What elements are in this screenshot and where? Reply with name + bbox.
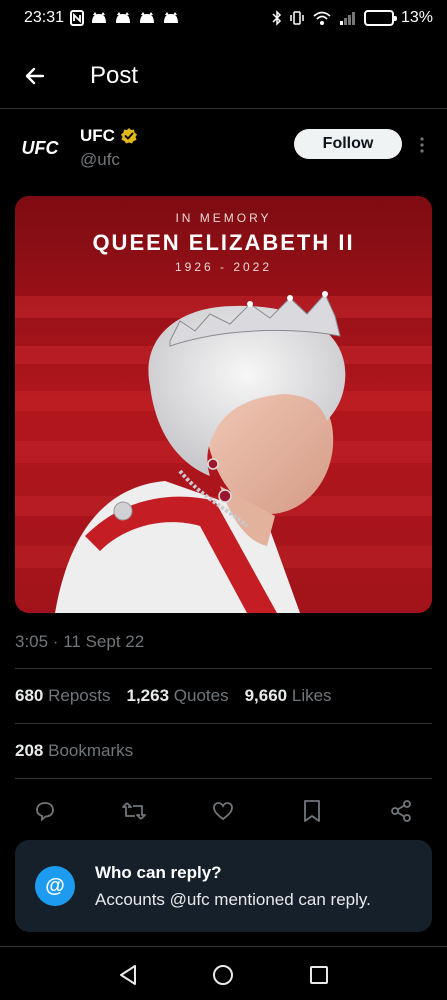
- cat-icon: [114, 11, 132, 25]
- post-image[interactable]: IN MEMORY QUEEN ELIZABETH II 1926 - 2022: [15, 196, 432, 613]
- reply-notice-subtitle: Accounts @ufc mentioned can reply.: [95, 890, 371, 909]
- post-image-art: [15, 196, 432, 613]
- bookmark-icon: [304, 800, 320, 822]
- bottom-divider: [0, 946, 447, 947]
- home-circle-icon: [213, 965, 234, 985]
- like-button[interactable]: [206, 794, 240, 828]
- stats-divider-middle: [15, 723, 432, 724]
- ufc-logo: UFC: [22, 138, 60, 158]
- mention-icon: @: [35, 866, 75, 906]
- post-author: UFC UFC @ufc Follow: [0, 118, 447, 180]
- signal-icon: [339, 11, 357, 25]
- repost-button[interactable]: [117, 794, 151, 828]
- reply-restriction-notice: @ Who can reply? Accounts @ufc mentioned…: [15, 840, 432, 932]
- back-arrow-icon: [25, 67, 45, 85]
- post-actions: [0, 794, 447, 828]
- repost-icon: [122, 802, 146, 820]
- nav-back-button[interactable]: [108, 955, 148, 995]
- quotes-stat[interactable]: 1,263 Quotes: [126, 686, 228, 706]
- status-right: 13%: [272, 9, 433, 27]
- more-vertical-icon: [420, 137, 424, 153]
- like-icon: [213, 802, 233, 821]
- stats-divider-bottom: [15, 778, 432, 779]
- author-name: UFC: [80, 126, 115, 145]
- top-bar: Post: [0, 46, 447, 106]
- reply-notice-title: Who can reply?: [95, 863, 222, 882]
- bluetooth-icon: [272, 10, 282, 26]
- author-handle[interactable]: @ufc: [80, 150, 120, 170]
- image-caption-line1: IN MEMORY: [175, 211, 272, 225]
- header-divider: [0, 108, 447, 109]
- share-icon: [391, 800, 411, 822]
- reposts-stat[interactable]: 680 Reposts: [15, 686, 110, 706]
- bookmarks-stat[interactable]: 208 Bookmarks: [15, 741, 133, 761]
- reply-icon: [36, 802, 54, 822]
- stats-row: 680 Reposts 1,263 Quotes 9,660 Likes: [15, 686, 332, 706]
- image-caption-line2: QUEEN ELIZABETH II: [92, 230, 355, 255]
- vibrate-icon: [289, 10, 305, 26]
- avatar[interactable]: UFC: [15, 128, 65, 168]
- back-button[interactable]: [15, 56, 55, 96]
- stats-divider-top: [15, 668, 432, 669]
- system-nav-bar: [0, 950, 447, 1000]
- back-triangle-icon: [119, 965, 136, 985]
- svg-text:UFC: UFC: [22, 138, 60, 158]
- status-time: 23:31: [24, 9, 65, 26]
- cat-icon: [162, 11, 180, 25]
- more-options-button[interactable]: [414, 132, 430, 158]
- image-caption-line3: 1926 - 2022: [174, 260, 273, 274]
- notification-icons: [70, 10, 180, 26]
- battery-icon: [363, 10, 397, 26]
- nfc-icon: [70, 10, 85, 26]
- post-timestamp[interactable]: 3:05 · 11 Sept 22: [15, 632, 144, 652]
- follow-button[interactable]: Follow: [294, 129, 402, 159]
- nav-recents-button[interactable]: [299, 955, 339, 995]
- wifi-icon: [312, 10, 332, 26]
- verified-gold-badge-icon: [120, 128, 137, 144]
- reply-button[interactable]: [28, 794, 62, 828]
- bookmark-button[interactable]: [295, 794, 329, 828]
- author-name-row[interactable]: UFC: [80, 126, 138, 146]
- share-button[interactable]: [384, 794, 418, 828]
- nav-home-button[interactable]: [203, 955, 243, 995]
- page-title: Post: [90, 62, 139, 89]
- recents-square-icon: [310, 966, 329, 984]
- cat-icon: [90, 11, 108, 25]
- status-bar: 23:31 13%: [0, 0, 447, 36]
- cat-icon: [138, 11, 156, 25]
- likes-stat[interactable]: 9,660 Likes: [245, 686, 332, 706]
- battery-percent: 13%: [400, 9, 433, 26]
